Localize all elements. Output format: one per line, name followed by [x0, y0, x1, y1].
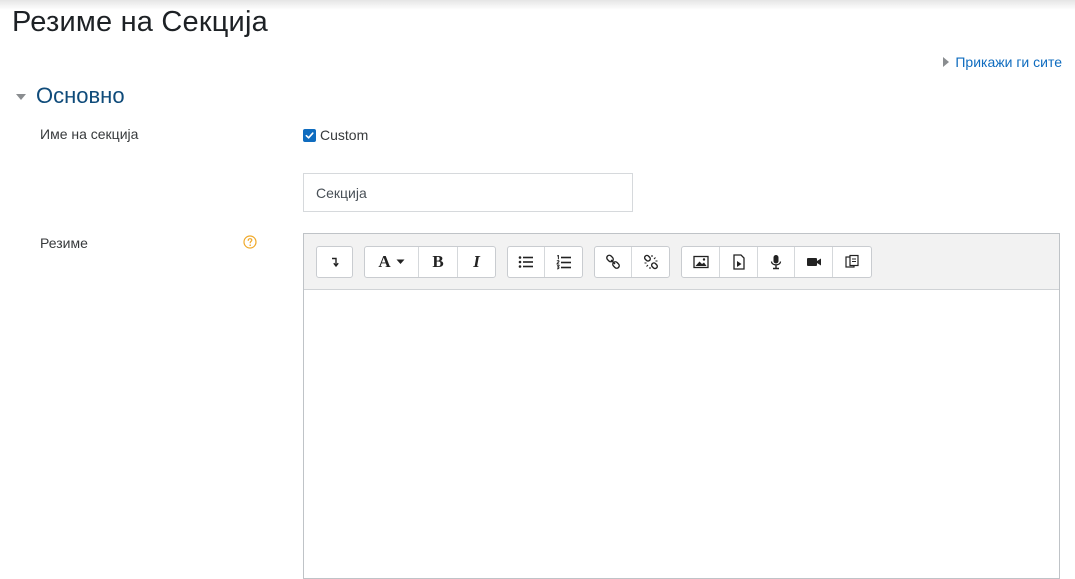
link-button[interactable]: [595, 247, 632, 277]
ordered-list-button[interactable]: [545, 247, 582, 277]
record-audio-button[interactable]: [758, 247, 795, 277]
expand-all-label: Прикажи ги сите: [955, 54, 1062, 70]
record-audio-icon: [770, 255, 782, 270]
custom-name-checkbox-row[interactable]: Custom: [303, 127, 368, 143]
italic-icon: I: [473, 252, 480, 271]
font-style-icon: A: [378, 252, 391, 271]
toggle-toolbar-button[interactable]: [317, 247, 352, 277]
insert-image-button[interactable]: [682, 247, 720, 277]
record-video-icon: [806, 258, 821, 266]
custom-name-label: Custom: [320, 127, 369, 143]
media-icon: [732, 254, 745, 270]
section-name-label: Име на секција: [40, 126, 139, 142]
insert-media-button[interactable]: [720, 247, 758, 277]
manage-files-button[interactable]: [833, 247, 871, 277]
collapse-caret-icon: [16, 94, 26, 100]
custom-name-checkbox[interactable]: [303, 128, 316, 142]
expand-triangle-icon: [943, 57, 950, 67]
toolbar-group-5: [681, 246, 872, 278]
toolbar-group-3: [507, 246, 583, 278]
unordered-list-button[interactable]: [508, 247, 545, 277]
toolbar-group-1: [316, 246, 353, 278]
link-icon: [606, 254, 620, 269]
toolbar-group-2: A B I: [364, 246, 496, 278]
font-style-button[interactable]: A: [365, 247, 419, 277]
unlink-icon: [643, 254, 658, 270]
summary-editor: A B I: [303, 233, 1060, 579]
manage-files-icon: [845, 254, 859, 268]
italic-button[interactable]: I: [458, 247, 495, 277]
ordered-list-icon: [555, 254, 571, 269]
bold-icon: B: [432, 252, 444, 271]
summary-label: Резиме: [40, 235, 88, 251]
bold-button[interactable]: B: [419, 247, 458, 277]
unordered-list-icon: [518, 256, 533, 268]
image-icon: [692, 255, 709, 269]
section-name-input[interactable]: [303, 173, 633, 212]
section-general-toggle[interactable]: Основно: [16, 83, 125, 109]
checkmark-icon: [305, 131, 314, 139]
chevron-down-icon: [396, 259, 405, 264]
record-video-button[interactable]: [795, 247, 833, 277]
expand-all-link[interactable]: Прикажи ги сите: [943, 54, 1062, 70]
toolbar-group-4: [594, 246, 670, 278]
help-icon[interactable]: [243, 235, 257, 249]
editor-content-area[interactable]: [304, 290, 1059, 578]
page-title: Резиме на Секција: [12, 6, 268, 38]
unlink-button[interactable]: [632, 247, 669, 277]
section-general-legend: Основно: [36, 83, 125, 108]
toggle-toolbar-icon: [331, 257, 339, 268]
editor-toolbar: A B I: [304, 234, 1059, 290]
